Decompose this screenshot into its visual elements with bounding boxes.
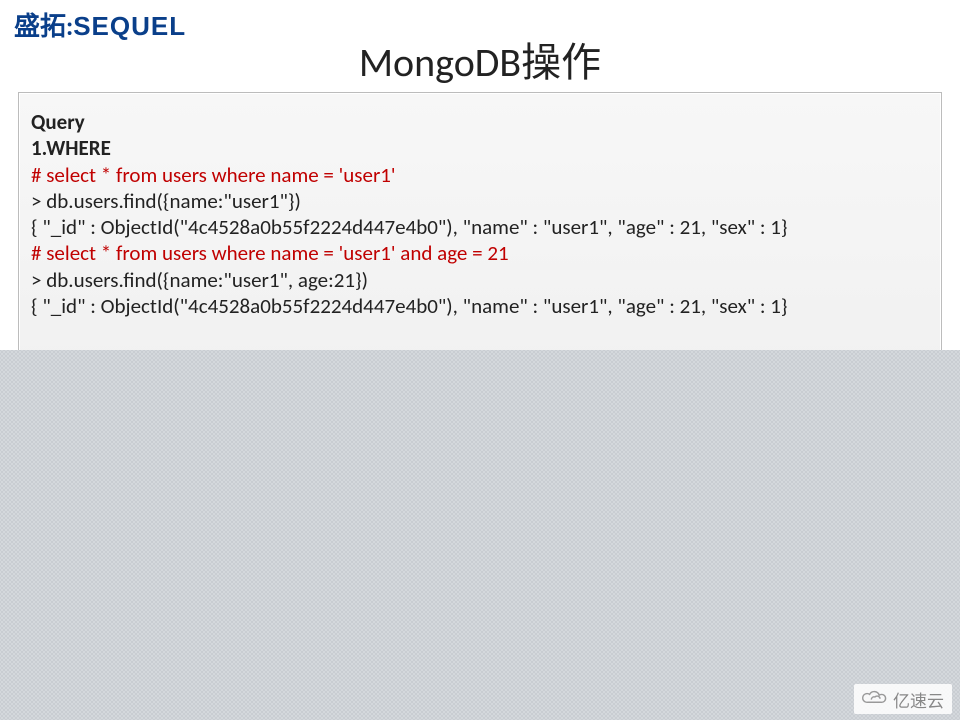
code-heading-query: Query <box>31 109 929 135</box>
code-result-2: { "_id" : ObjectId("4c4528a0b55f2224d447… <box>31 293 929 319</box>
watermark-text: 亿速云 <box>893 687 944 712</box>
code-example-box: Query 1.WHERE # select * from users wher… <box>18 92 942 368</box>
code-sql-comment-1: # select * from users where name = 'user… <box>31 162 929 188</box>
code-sql-comment-2: # select * from users where name = 'user… <box>31 240 929 266</box>
cloud-icon <box>860 687 888 712</box>
watermark-badge: 亿速云 <box>854 684 952 714</box>
code-mongo-query-1: > db.users.find({name:"user1"}) <box>31 188 929 214</box>
code-heading-where: 1.WHERE <box>31 135 929 161</box>
background-pattern <box>0 350 960 720</box>
code-result-1: { "_id" : ObjectId("4c4528a0b55f2224d447… <box>31 214 929 240</box>
code-mongo-query-2: > db.users.find({name:"user1", age:21}) <box>31 267 929 293</box>
slide-title: MongoDB操作 <box>0 30 960 88</box>
